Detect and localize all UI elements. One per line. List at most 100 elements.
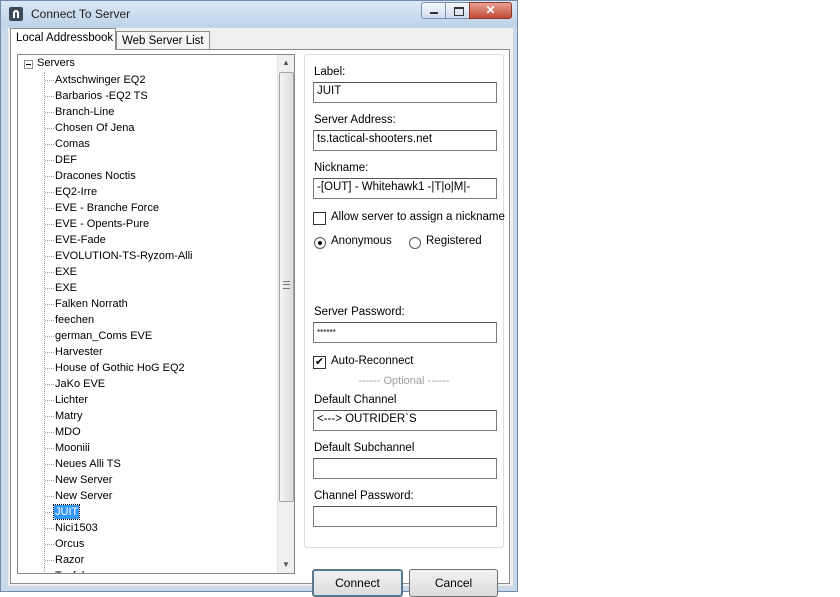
headset-icon [9, 7, 23, 21]
tree-connector-line [45, 224, 54, 225]
tree-connector-line [45, 272, 54, 273]
tree-item[interactable]: Matry [18, 408, 278, 424]
tree-item[interactable]: House of Gothic HoG EQ2 [18, 360, 278, 376]
tree-scrollbar[interactable]: ▲ ▼ [277, 55, 294, 573]
tree-item[interactable]: EVE - Branche Force [18, 200, 278, 216]
tree-item[interactable]: Axtschwinger EQ2 [18, 72, 278, 88]
label-caption: Label: [314, 66, 346, 78]
tree-item[interactable]: Orcus [18, 536, 278, 552]
minimize-icon [430, 12, 438, 14]
tab-local-addressbook[interactable]: Local Addressbook [10, 28, 116, 50]
tree-connector-line [45, 160, 54, 161]
scroll-thumb[interactable] [279, 72, 294, 502]
tree-item[interactable]: Barbarios -EQ2 TS [18, 88, 278, 104]
tree-connector-line [45, 448, 54, 449]
tree-item-label: Matry [55, 410, 83, 422]
tree-connector-line [45, 304, 54, 305]
tree-connector-line [45, 416, 54, 417]
minimize-button[interactable] [421, 2, 446, 19]
tree-item-label: Neues Alli TS [55, 458, 121, 470]
default-subchannel-input[interactable] [313, 458, 497, 479]
anonymous-label[interactable]: Anonymous [331, 235, 392, 247]
connect-button[interactable]: Connect [312, 569, 403, 597]
anonymous-radio[interactable] [314, 237, 326, 249]
tree-item-label: feechen [55, 314, 95, 326]
channel-password-input[interactable] [313, 506, 497, 527]
tree-connector-line [45, 112, 54, 113]
tree-item-label: JaKo EVE [55, 378, 106, 390]
tree-item-label: Harvester [55, 346, 103, 358]
tree-item[interactable]: Neues Alli TS [18, 456, 278, 472]
tree-connector-line [45, 80, 54, 81]
server-password-input[interactable]: ****** [313, 322, 497, 343]
close-icon: ✕ [485, 3, 496, 17]
tree-item[interactable]: Nici1503 [18, 520, 278, 536]
tree-item[interactable]: Dracones Noctis [18, 168, 278, 184]
auto-reconnect-label[interactable]: Auto-Reconnect [331, 355, 413, 367]
tree-item[interactable]: New Server [18, 472, 278, 488]
tree-item[interactable]: Razor [18, 552, 278, 568]
tree-item[interactable]: german_Coms EVE [18, 328, 278, 344]
tree-item[interactable]: EXE [18, 264, 278, 280]
tree-connector-line [45, 512, 54, 513]
scroll-down-arrow-icon[interactable]: ▼ [278, 557, 294, 573]
tab-panel: Servers Axtschwinger EQ2 Barbarios -EQ2 T… [10, 49, 510, 597]
tree-item[interactable]: EXE [18, 280, 278, 296]
tree-item[interactable]: JUIT [18, 504, 278, 520]
tree-item[interactable]: Falken Norrath [18, 296, 278, 312]
tree-item[interactable]: DEF [18, 152, 278, 168]
scroll-up-arrow-icon[interactable]: ▲ [278, 55, 294, 71]
tree-item-label: EXE [55, 282, 78, 294]
tree-connector-line [45, 528, 54, 529]
tree-connector-line [45, 368, 54, 369]
tree-item-label: New Server [55, 474, 113, 486]
server-tree[interactable]: Servers Axtschwinger EQ2 Barbarios -EQ2 T… [17, 54, 295, 574]
maximize-icon [454, 7, 464, 16]
allow-nickname-label[interactable]: Allow server to assign a nickname [331, 211, 505, 223]
tree-item[interactable]: JaKo EVE [18, 376, 278, 392]
tree-connector-line [45, 320, 54, 321]
server-address-input[interactable]: ts.tactical-shooters.net [313, 130, 497, 151]
tree-connector-line [45, 96, 54, 97]
tree-item-label: Mooniii [55, 442, 90, 454]
tree-connector-line [45, 560, 54, 561]
auto-reconnect-checkbox[interactable]: ✔ [313, 356, 326, 369]
tree-item[interactable]: MDO [18, 424, 278, 440]
tree-item[interactable]: New Server [18, 488, 278, 504]
allow-nickname-checkbox[interactable] [313, 212, 326, 225]
tree-item[interactable]: Taufal [18, 568, 278, 573]
tree-item-label: MDO [55, 426, 81, 438]
tree-item[interactable]: EVE-Fade [18, 232, 278, 248]
tree-item-label: Nici1503 [55, 522, 98, 534]
tree-item[interactable]: EVE - Opents-Pure [18, 216, 278, 232]
tree-connector-line [45, 544, 54, 545]
tree-connector-line [45, 144, 54, 145]
tree-item[interactable]: Chosen Of Jena [18, 120, 278, 136]
tree-item[interactable]: feechen [18, 312, 278, 328]
window-title: Connect To Server [31, 7, 131, 21]
tree-item[interactable]: Harvester [18, 344, 278, 360]
close-button[interactable]: ✕ [469, 2, 512, 19]
tab-web-server-list[interactable]: Web Server List [116, 31, 210, 50]
label-input[interactable]: JUIT [313, 82, 497, 103]
tree-item-label: New Server [55, 490, 113, 502]
tree-item[interactable]: Lichter [18, 392, 278, 408]
tree-connector-line [45, 208, 54, 209]
tree-item-label: Barbarios -EQ2 TS [55, 90, 148, 102]
tree-item[interactable]: EQ2-Irre [18, 184, 278, 200]
server-settings-panel: Label: JUIT Server Address: ts.tactical-… [304, 54, 505, 548]
tree-item[interactable]: Comas [18, 136, 278, 152]
registered-label[interactable]: Registered [426, 235, 482, 247]
nickname-input[interactable]: -[OUT] - Whitehawk1 -|T|o|M|- [313, 178, 497, 199]
tree-item[interactable]: Mooniii [18, 440, 278, 456]
dialog-body: Local Addressbook Web Server List Server… [8, 28, 513, 597]
maximize-button[interactable] [445, 2, 470, 19]
default-channel-input[interactable]: <---> OUTRIDER`S [313, 410, 497, 431]
tree-item[interactable]: EVOLUTION-TS-Ryzom-Alli [18, 248, 278, 264]
title-bar[interactable]: Connect To Server ✕ [1, 1, 517, 27]
collapse-icon[interactable] [24, 60, 33, 69]
nickname-caption: Nickname: [314, 162, 369, 174]
tree-item[interactable]: Branch-Line [18, 104, 278, 120]
cancel-button[interactable]: Cancel [409, 569, 498, 597]
registered-radio[interactable] [409, 237, 421, 249]
